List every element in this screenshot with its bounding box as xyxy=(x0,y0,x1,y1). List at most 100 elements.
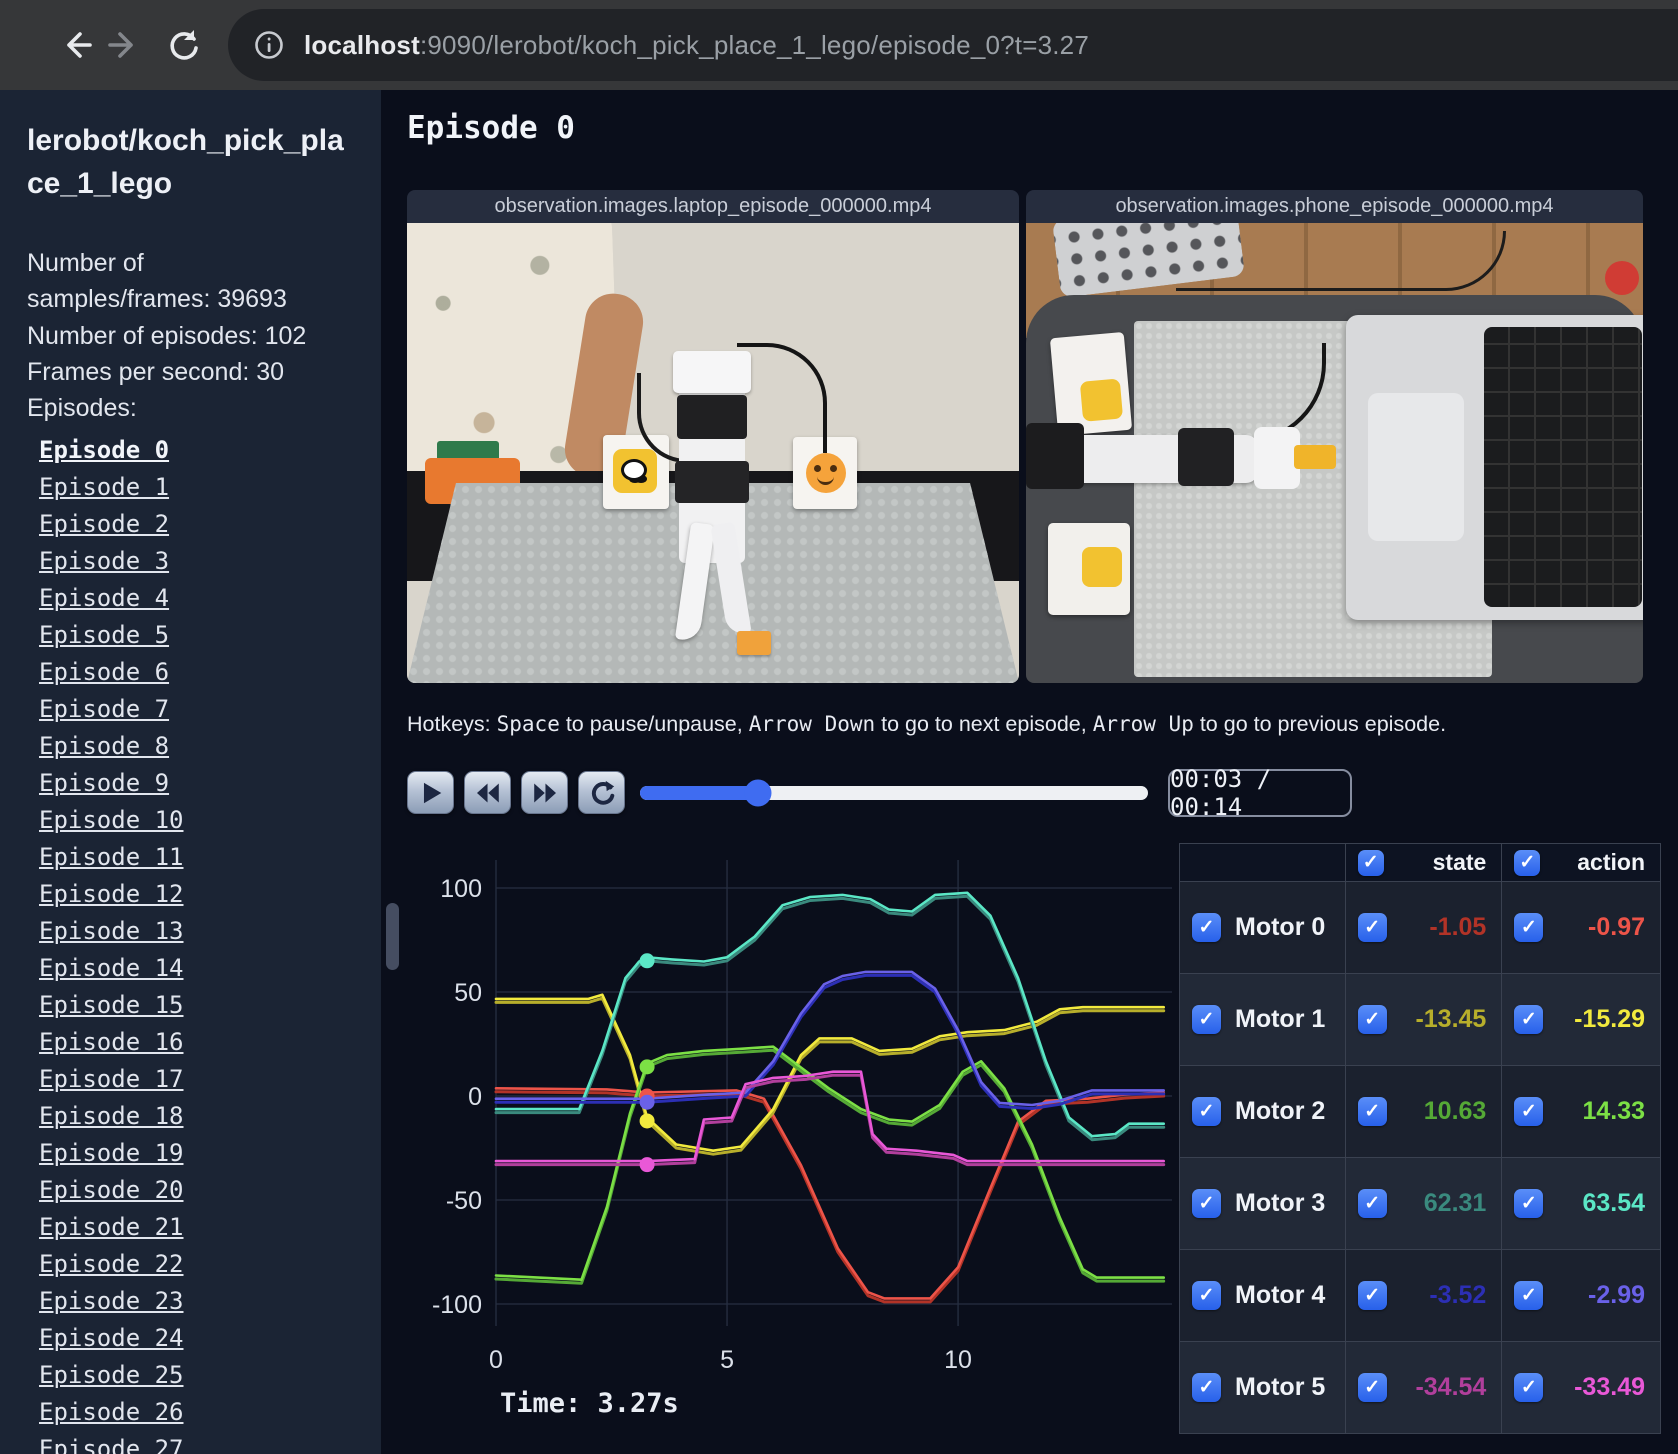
episode-link-23[interactable]: Episode 23 xyxy=(39,1287,184,1315)
y-tick-label: 50 xyxy=(454,979,482,1007)
timeline-thumb[interactable] xyxy=(744,779,772,807)
episode-link-25[interactable]: Episode 25 xyxy=(39,1361,184,1389)
loop-button[interactable] xyxy=(578,771,625,814)
motor-3-state-checkbox[interactable] xyxy=(1357,1189,1387,1218)
motor-1-action-checkbox[interactable] xyxy=(1514,1005,1544,1034)
motor-1-state-checkbox[interactable] xyxy=(1357,1005,1387,1034)
dataset-title: lerobot/koch_pick_place_1_lego xyxy=(27,124,344,200)
samples-count: Number of samples/frames: 39693 xyxy=(27,249,287,314)
episode-link-10[interactable]: Episode 10 xyxy=(39,806,184,834)
motor-0-action-checkbox[interactable] xyxy=(1514,913,1544,942)
episode-list-item: Episode 20 xyxy=(39,1176,381,1204)
back-icon[interactable] xyxy=(56,23,100,67)
episode-link-8[interactable]: Episode 8 xyxy=(39,732,169,760)
episode-link-9[interactable]: Episode 9 xyxy=(39,769,169,797)
action-value: -15.29 xyxy=(1574,1005,1645,1033)
state-column-checkbox[interactable] xyxy=(1357,849,1384,876)
motor-2-action-checkbox[interactable] xyxy=(1514,1097,1544,1126)
episode-link-21[interactable]: Episode 21 xyxy=(39,1213,184,1241)
episode-link-6[interactable]: Episode 6 xyxy=(39,658,169,686)
state-cell: 10.63 xyxy=(1346,1066,1503,1157)
scrollbar-thumb[interactable] xyxy=(386,903,399,970)
motor-label: Motor 0 xyxy=(1235,913,1326,941)
episode-link-12[interactable]: Episode 12 xyxy=(39,880,184,908)
episode-list-item: Episode 26 xyxy=(39,1398,381,1426)
episode-link-3[interactable]: Episode 3 xyxy=(39,547,169,575)
episode-list-item: Episode 3 xyxy=(39,547,381,575)
motor-4-state-checkbox[interactable] xyxy=(1357,1281,1387,1310)
episode-link-15[interactable]: Episode 15 xyxy=(39,991,184,1019)
episode-link-17[interactable]: Episode 17 xyxy=(39,1065,184,1093)
motor-chart[interactable]: -100 -50 0 50 100 0 5 10 xyxy=(420,845,1180,1430)
episode-link-13[interactable]: Episode 13 xyxy=(39,917,184,945)
action-cell: -15.29 xyxy=(1502,974,1660,1065)
motor-5-checkbox[interactable] xyxy=(1192,1373,1221,1402)
episode-list-item: Episode 17 xyxy=(39,1065,381,1093)
sidebar: lerobot/koch_pick_place_1_lego Number of… xyxy=(0,90,381,1454)
episode-link-11[interactable]: Episode 11 xyxy=(39,843,184,871)
fast-forward-button[interactable] xyxy=(521,771,568,814)
episode-list-item: Episode 8 xyxy=(39,732,381,760)
page-title: Episode 0 xyxy=(407,110,575,146)
motor-5-state-checkbox[interactable] xyxy=(1357,1373,1387,1402)
motor-cell: Motor 5 xyxy=(1180,1342,1346,1433)
video-frame-laptop[interactable] xyxy=(407,223,1019,683)
state-cell: -13.45 xyxy=(1346,974,1503,1065)
motor-0-checkbox[interactable] xyxy=(1192,913,1221,942)
episode-link-0[interactable]: Episode 0 xyxy=(39,436,169,464)
motor-2-state-checkbox[interactable] xyxy=(1357,1097,1387,1126)
motor-4-action-checkbox[interactable] xyxy=(1514,1281,1544,1310)
episode-link-22[interactable]: Episode 22 xyxy=(39,1250,184,1278)
motor-table: state action Motor 0 -1.05 -0.97 Motor 1 -13.4… xyxy=(1179,843,1661,1434)
motor-label: Motor 3 xyxy=(1235,1189,1326,1217)
yellow-sticker xyxy=(1079,378,1124,422)
motor-cell: Motor 1 xyxy=(1180,974,1346,1065)
panda-face xyxy=(621,459,647,481)
rewind-button[interactable] xyxy=(464,771,511,814)
episode-link-1[interactable]: Episode 1 xyxy=(39,473,169,501)
motor-1-checkbox[interactable] xyxy=(1192,1005,1221,1034)
reload-icon[interactable] xyxy=(162,23,206,67)
episode-link-5[interactable]: Episode 5 xyxy=(39,621,169,649)
playback-controls xyxy=(407,771,1148,814)
episode-link-26[interactable]: Episode 26 xyxy=(39,1398,184,1426)
episode-link-27[interactable]: Episode 27 xyxy=(39,1435,184,1454)
episode-link-4[interactable]: Episode 4 xyxy=(39,584,169,612)
site-info-icon[interactable] xyxy=(252,28,286,62)
motor-4-checkbox[interactable] xyxy=(1192,1281,1221,1310)
episode-link-20[interactable]: Episode 20 xyxy=(39,1176,184,1204)
episode-link-7[interactable]: Episode 7 xyxy=(39,695,169,723)
timeline-slider[interactable] xyxy=(640,779,1148,807)
orange-lego-brick xyxy=(737,631,771,655)
state-value: 10.63 xyxy=(1423,1097,1487,1125)
episode-link-18[interactable]: Episode 18 xyxy=(39,1102,184,1130)
robot-servo xyxy=(675,461,749,503)
state-value: -13.45 xyxy=(1415,1005,1487,1033)
action-column-checkbox[interactable] xyxy=(1514,849,1541,876)
motor-cell: Motor 0 xyxy=(1180,882,1346,973)
forward-icon[interactable] xyxy=(100,23,144,67)
action-value: 63.54 xyxy=(1582,1189,1645,1217)
episode-link-16[interactable]: Episode 16 xyxy=(39,1028,184,1056)
motor-3-action-checkbox[interactable] xyxy=(1514,1189,1544,1218)
episode-list-item: Episode 11 xyxy=(39,843,381,871)
episode-link-19[interactable]: Episode 19 xyxy=(39,1139,184,1167)
video-frame-phone[interactable] xyxy=(1026,223,1643,683)
play-button[interactable] xyxy=(407,771,454,814)
chart-line-motor-2-state xyxy=(494,1048,1166,1285)
table-header-row: state action xyxy=(1180,844,1660,882)
url-bar[interactable]: localhost:9090/lerobot/koch_pick_place_1… xyxy=(228,9,1678,81)
motor-5-action-checkbox[interactable] xyxy=(1514,1373,1544,1402)
state-value: -1.05 xyxy=(1429,913,1487,941)
motor-0-state-checkbox[interactable] xyxy=(1357,913,1387,942)
y-tick-label: -50 xyxy=(446,1187,482,1215)
x-tick-label: 0 xyxy=(489,1346,503,1374)
episode-link-14[interactable]: Episode 14 xyxy=(39,954,184,982)
episode-link-2[interactable]: Episode 2 xyxy=(39,510,169,538)
motor-2-checkbox[interactable] xyxy=(1192,1097,1221,1126)
episode-link-24[interactable]: Episode 24 xyxy=(39,1324,184,1352)
motor-3-checkbox[interactable] xyxy=(1192,1189,1221,1218)
table-row-motor-0: Motor 0 -1.05 -0.97 xyxy=(1180,882,1660,974)
state-value: 62.31 xyxy=(1423,1189,1487,1217)
white-box xyxy=(1049,331,1133,437)
